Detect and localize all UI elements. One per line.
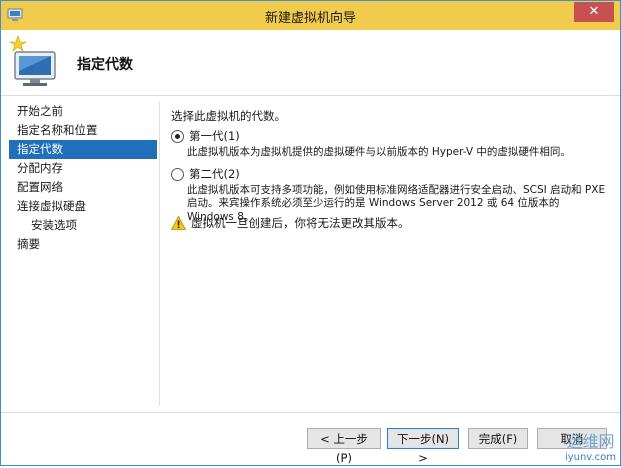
- nav-divider: [159, 101, 160, 406]
- gen1-label[interactable]: 第一代(1): [189, 128, 240, 144]
- gen1-option[interactable]: 第一代(1): [171, 128, 240, 144]
- gen1-radio[interactable]: [171, 129, 184, 143]
- nav-item-specify-generation[interactable]: 指定代数: [9, 140, 157, 159]
- wizard-header: 指定代数: [1, 30, 620, 96]
- gen1-description: 此虚拟机版本为虚拟机提供的虚拟硬件与以前版本的 Hyper-V 中的虚拟硬件相同…: [187, 146, 571, 158]
- window-title: 新建虚拟机向导: [264, 11, 356, 26]
- wizard-steps-nav: 开始之前 指定名称和位置 指定代数 分配内存 配置网络 连接虚拟硬盘 安装选项 …: [9, 102, 157, 254]
- close-button[interactable]: ✕: [574, 2, 614, 22]
- warning-icon: [171, 216, 186, 230]
- watermark-url: iyunv.com: [564, 452, 616, 463]
- finish-button[interactable]: 完成(F): [468, 428, 528, 449]
- new-vm-icon: [9, 35, 56, 86]
- footer-divider: [1, 412, 620, 413]
- cancel-button[interactable]: 取消: [537, 428, 607, 449]
- nav-item-assign-memory[interactable]: 分配内存: [9, 159, 157, 178]
- nav-item-before-you-begin[interactable]: 开始之前: [9, 102, 157, 121]
- title-bar[interactable]: 新建虚拟机向导 ✕: [1, 1, 620, 30]
- page-title: 指定代数: [77, 57, 133, 73]
- nav-item-connect-virtual-disk[interactable]: 连接虚拟硬盘: [9, 197, 157, 216]
- previous-button[interactable]: < 上一步(P): [307, 428, 381, 465]
- gen2-option[interactable]: 第二代(2): [171, 166, 240, 182]
- nav-item-summary[interactable]: 摘要: [9, 235, 157, 254]
- warning-text: 虚拟机一旦创建后，你将无法更改其版本。: [191, 216, 410, 230]
- wizard-window: 新建虚拟机向导 ✕ 指定代数 开始之前 指定名称和位置 指定代数 分配内存 配置…: [0, 0, 621, 466]
- gen2-label[interactable]: 第二代(2): [189, 166, 240, 182]
- nav-item-name-and-location[interactable]: 指定名称和位置: [9, 121, 157, 140]
- next-button[interactable]: 下一步(N) >: [387, 428, 459, 465]
- gen2-radio[interactable]: [171, 167, 184, 181]
- nav-item-installation-options[interactable]: 安装选项: [9, 216, 157, 235]
- gen2-description-line1: 此虚拟机版本可支持多项功能，例如使用标准网络适配器进行安全启动、SCSI 启动和…: [187, 184, 606, 196]
- nav-item-configure-networking[interactable]: 配置网络: [9, 178, 157, 197]
- warning-message: 虚拟机一旦创建后，你将无法更改其版本。: [171, 215, 410, 231]
- generation-prompt: 选择此虚拟机的代数。: [171, 109, 286, 123]
